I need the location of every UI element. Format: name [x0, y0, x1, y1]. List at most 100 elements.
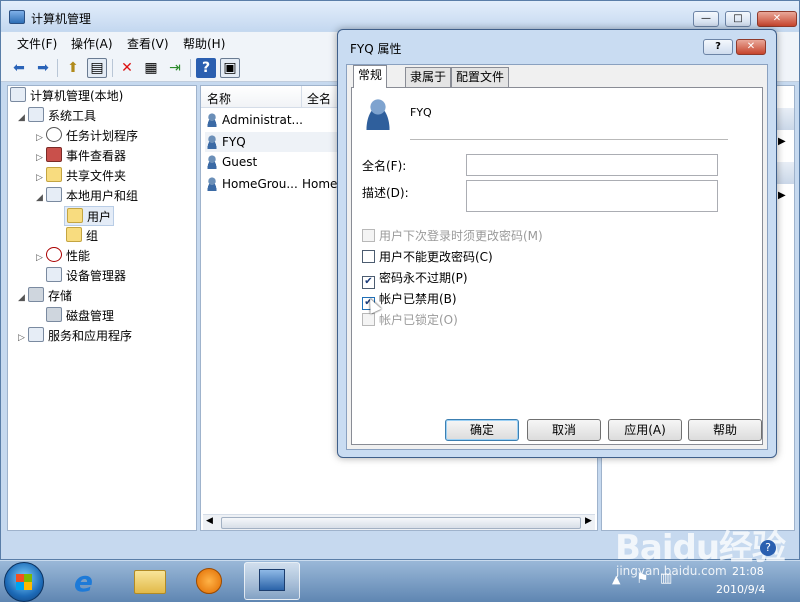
windows-logo-icon	[16, 574, 32, 590]
expand-arrow-icon[interactable]: ▷	[36, 148, 46, 168]
tab-member-of[interactable]: 隶属于	[405, 67, 452, 87]
tree-item-groups[interactable]: 组	[66, 226, 98, 246]
tree-item-device-manager[interactable]: 设备管理器	[46, 266, 126, 286]
column-name[interactable]: 名称	[207, 90, 231, 107]
tree-item-shared-folders[interactable]: ▷ 共享文件夹	[36, 166, 126, 186]
ok-button[interactable]: 确定	[445, 419, 519, 441]
menu-help[interactable]: 帮助(H)	[183, 35, 225, 52]
collapse-arrow-icon[interactable]: ◢	[36, 188, 46, 208]
up-folder-icon[interactable]: ⬆	[63, 58, 83, 78]
column-divider[interactable]	[301, 86, 302, 108]
delete-icon[interactable]: ✕	[117, 58, 137, 78]
expand-arrow-icon[interactable]: ▷	[36, 128, 46, 148]
internet-explorer-icon: e	[74, 565, 93, 598]
cancel-button[interactable]: 取消	[527, 419, 601, 441]
tree-item-storage[interactable]: ◢ 存储	[18, 286, 72, 306]
computer-management-icon	[259, 569, 285, 591]
folder-icon	[66, 227, 82, 242]
tree-item-label: 组	[86, 229, 99, 243]
apply-button[interactable]: 应用(A)	[608, 419, 682, 441]
minimize-button[interactable]: —	[693, 11, 719, 27]
description-field[interactable]	[466, 180, 718, 212]
title-bar[interactable]: 计算机管理 — □ ✕	[1, 1, 799, 31]
window-title: 计算机管理	[31, 12, 92, 26]
maximize-button[interactable]: □	[725, 11, 751, 27]
tree-item-label: 设备管理器	[66, 269, 127, 283]
dialog-help-button[interactable]: ?	[703, 39, 733, 55]
device-manager-icon	[46, 267, 62, 282]
export-icon[interactable]: ⇥	[165, 58, 185, 78]
close-button[interactable]: ✕	[757, 11, 797, 27]
clock-date[interactable]: 2010/9/4	[716, 583, 765, 596]
folder-icon	[134, 570, 166, 594]
scroll-thumb[interactable]	[221, 517, 581, 529]
back-arrow-icon[interactable]: ⬅	[9, 58, 29, 78]
tree-item-users[interactable]: 用户	[64, 206, 115, 226]
collapse-arrow-icon[interactable]: ◢	[18, 108, 28, 128]
checkbox-box	[362, 229, 375, 242]
dialog-title: FYQ 属性	[350, 42, 402, 56]
tree-item-disk-management[interactable]: 磁盘管理	[46, 306, 114, 326]
tree-item-label: 共享文件夹	[66, 169, 127, 183]
toolbar-separator	[57, 59, 58, 77]
checkbox-cannot-change-password[interactable]: 用户不能更改密码(C)	[362, 249, 493, 267]
user-fullname: Home	[302, 177, 338, 191]
menu-view[interactable]: 查看(V)	[127, 35, 169, 52]
tree-item-label: 事件查看器	[66, 149, 127, 163]
scroll-right-icon[interactable]: ▶	[585, 516, 592, 526]
properties-icon[interactable]: ▦	[141, 58, 161, 78]
column-fullname[interactable]: 全名	[307, 90, 331, 107]
user-avatar-icon	[362, 98, 394, 130]
tree-item-label: 本地用户和组	[66, 189, 139, 203]
tree-item-label: 存储	[48, 289, 73, 303]
checkbox-box[interactable]	[362, 250, 375, 263]
tree-item-label: 系统工具	[48, 109, 97, 123]
tab-profile[interactable]: 配置文件	[451, 67, 510, 87]
taskbar-computer-management[interactable]	[244, 562, 300, 600]
taskbar-explorer[interactable]	[122, 562, 178, 600]
start-button[interactable]	[4, 562, 44, 602]
user-icon	[205, 135, 219, 149]
tree-item-root[interactable]: 计算机管理(本地)	[10, 86, 123, 106]
menu-action[interactable]: 操作(A)	[71, 35, 113, 52]
help-icon[interactable]: ?	[196, 58, 216, 78]
expand-arrow-icon[interactable]: ▷	[18, 328, 28, 348]
arrow-right-icon[interactable]: ▶	[778, 190, 786, 201]
toolbar-separator	[112, 59, 113, 77]
dialog-close-button[interactable]: ✕	[736, 39, 766, 55]
menu-file[interactable]: 文件(F)	[17, 35, 57, 52]
tree-item-system-tools[interactable]: ◢ 系统工具	[18, 106, 96, 126]
tree-item-event-viewer[interactable]: ▷ 事件查看器	[36, 146, 126, 166]
checkbox-label: 用户下次登录时须更改密码(M)	[379, 229, 543, 243]
navigation-tree: 计算机管理(本地) ◢ 系统工具 ▷ 任务计划程序 ▷ 事件查看器 ▷ 共享文件夹 ◢ 本…	[7, 85, 197, 531]
collapse-arrow-icon[interactable]: ◢	[18, 288, 28, 308]
dialog-body: 常规 隶属于 配置文件 FYQ 全名(F): 描述(D): 用户下次登录时须更改…	[346, 64, 768, 450]
show-tree-icon[interactable]: ▤	[87, 58, 107, 78]
tree-item-performance[interactable]: ▷ 性能	[36, 246, 90, 266]
user-name: HomeGrou...	[222, 177, 298, 191]
checkmark-icon[interactable]: ✔	[362, 276, 375, 289]
panel-icon[interactable]: ▣	[220, 58, 240, 78]
tree-item-services-apps[interactable]: ▷ 服务和应用程序	[18, 326, 132, 346]
description-label: 描述(D):	[362, 186, 409, 200]
checkbox-password-never-expires[interactable]: ✔ 密码永不过期(P)	[362, 270, 468, 289]
expand-arrow-icon[interactable]: ▷	[36, 168, 46, 188]
help-button[interactable]: 帮助	[688, 419, 762, 441]
forward-arrow-icon[interactable]: ➡	[33, 58, 53, 78]
tree-item-task-scheduler[interactable]: ▷ 任务计划程序	[36, 126, 138, 146]
user-icon	[205, 155, 219, 169]
tab-general[interactable]: 常规	[353, 65, 388, 88]
expand-arrow-icon[interactable]: ▷	[36, 248, 46, 268]
checkbox-label: 密码永不过期(P)	[379, 271, 468, 285]
arrow-right-icon[interactable]: ▶	[778, 136, 786, 147]
taskbar-ie[interactable]: e	[62, 562, 118, 600]
fullname-field[interactable]	[466, 154, 718, 176]
username-label: FYQ	[410, 106, 432, 119]
taskbar-media-player[interactable]	[182, 562, 238, 600]
help-circle-icon[interactable]: ?	[760, 540, 776, 556]
horizontal-scrollbar[interactable]: ◀ ▶	[203, 514, 595, 530]
divider	[410, 139, 728, 140]
tree-item-local-users-groups[interactable]: ◢ 本地用户和组	[36, 186, 138, 206]
scroll-left-icon[interactable]: ◀	[206, 516, 213, 526]
media-player-icon	[196, 568, 222, 594]
